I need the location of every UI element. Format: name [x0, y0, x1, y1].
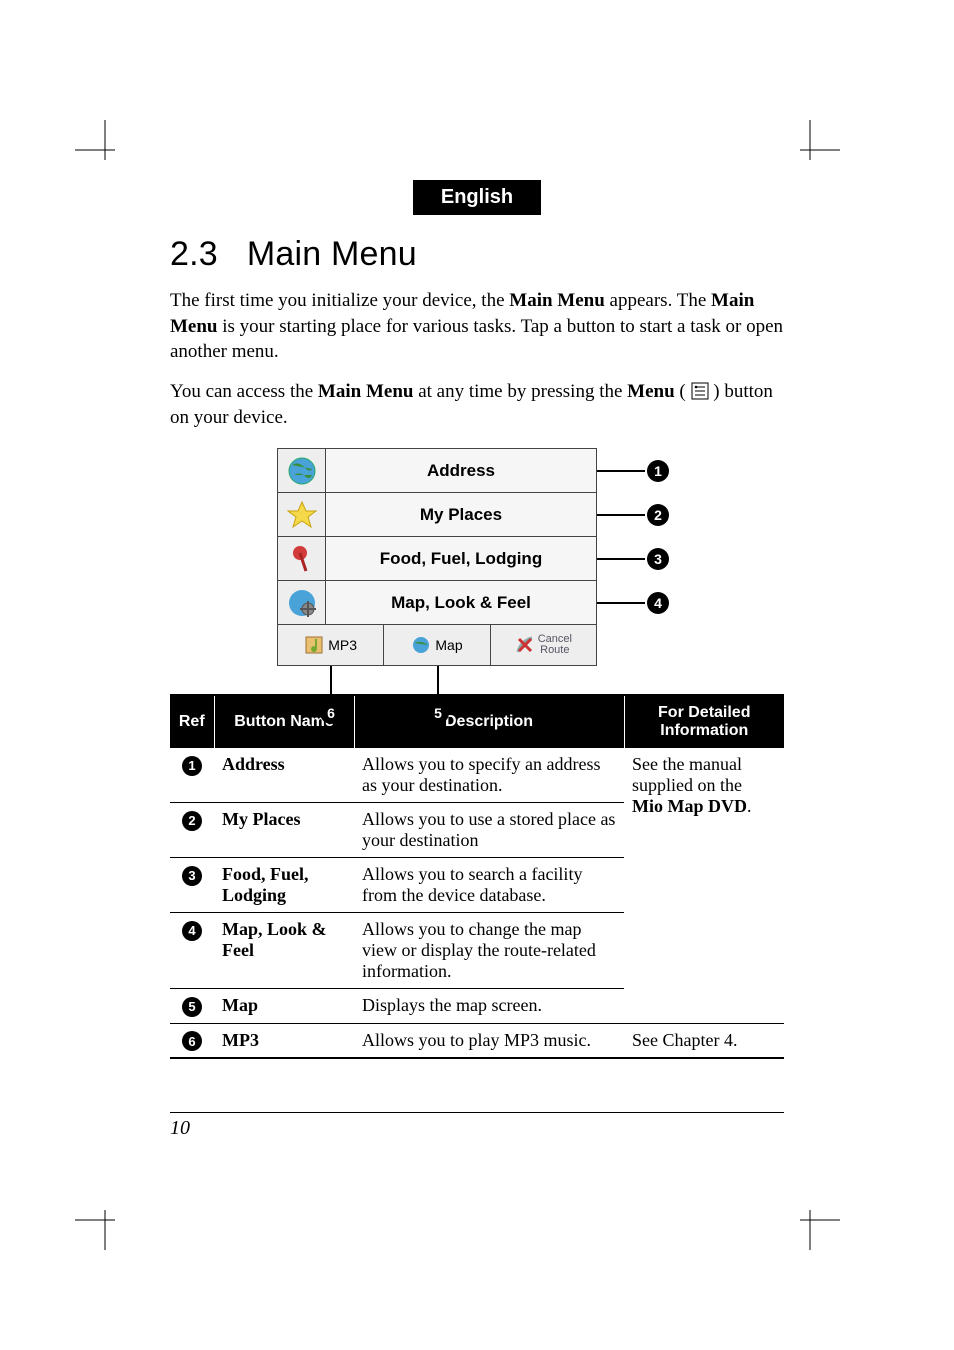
callout-line [597, 558, 645, 560]
section-heading: 2.3 Main Menu [170, 235, 784, 274]
map-label: Map [435, 637, 462, 653]
ref-badge: 3 [182, 866, 202, 886]
callout-line [330, 666, 332, 700]
menu-button-icon [691, 382, 709, 400]
ref-badge: 1 [182, 756, 202, 776]
gear-globe-icon [278, 581, 326, 624]
text-bold: Menu [627, 381, 675, 402]
menu-row-myplaces[interactable]: My Places [278, 493, 596, 537]
cell-desc: Allows you to change the map view or dis… [354, 913, 624, 989]
text: See the manual supplied on the [632, 754, 742, 795]
section-number: 2.3 [170, 235, 218, 273]
ref-badge: 5 [182, 997, 202, 1017]
menu-bottom-row: MP3 Map Cancel Route [278, 625, 596, 665]
callout-line [597, 514, 645, 516]
text: You can access the [170, 381, 318, 402]
cell-name: My Places [214, 803, 354, 858]
cell-desc: Allows you to specify an address as your… [354, 748, 624, 803]
text-bold: Main Menu [509, 290, 605, 311]
text: is your starting place for various tasks… [170, 316, 783, 363]
table-row: 6 MP3 Allows you to play MP3 music. See … [170, 1023, 784, 1058]
ref-badge: 6 [182, 1031, 202, 1051]
text: ( [675, 381, 691, 402]
th-info: For Detailed Information [624, 695, 784, 748]
table-row: 1 Address Allows you to specify an addre… [170, 748, 784, 803]
cell-name: Address [214, 748, 354, 803]
menu-label: Address [326, 449, 596, 492]
callout-line [597, 470, 645, 472]
page-number: 10 [170, 1112, 784, 1140]
menu-label: My Places [326, 493, 596, 536]
cell-name: Map [214, 989, 354, 1024]
cell-desc: Allows you to play MP3 music. [354, 1023, 624, 1058]
cell-desc: Allows you to use a stored place as your… [354, 803, 624, 858]
callout-number-4: 4 [647, 592, 669, 614]
callout-number-3: 3 [647, 548, 669, 570]
cancel-route-button[interactable]: Cancel Route [491, 625, 596, 665]
mp3-label: MP3 [328, 637, 357, 653]
menu-row-maplook[interactable]: Map, Look & Feel [278, 581, 596, 625]
page: English 2.3 Main Menu The first time you… [0, 0, 954, 1350]
ref-badge: 4 [182, 921, 202, 941]
callout-line [437, 666, 439, 700]
text: at any time by pressing the [413, 381, 627, 402]
text-bold: Mio Map DVD [632, 796, 747, 816]
paragraph-2: You can access the Main Menu at any time… [170, 379, 784, 430]
cell-name: Food, Fuel, Lodging [214, 858, 354, 913]
text: . [747, 796, 752, 816]
menu-label: Map, Look & Feel [326, 581, 596, 624]
cancel-label-2: Route [540, 645, 569, 656]
menu-row-address[interactable]: Address [278, 449, 596, 493]
callout-number-2: 2 [647, 504, 669, 526]
pin-icon [278, 537, 326, 580]
cell-name: MP3 [214, 1023, 354, 1058]
star-icon [278, 493, 326, 536]
paragraph-1: The first time you initialize your devic… [170, 288, 784, 365]
ref-badge: 2 [182, 811, 202, 831]
device-menu-figure: Address My Places Food, Fuel, Lodging Ma… [277, 448, 677, 666]
cell-info: See Chapter 4. [624, 1023, 784, 1058]
text: appears. The [605, 290, 711, 311]
cell-name: Map, Look & Feel [214, 913, 354, 989]
th-ref: Ref [170, 695, 214, 748]
menu-label: Food, Fuel, Lodging [326, 537, 596, 580]
text-bold: Main Menu [318, 381, 414, 402]
callout-number-1: 1 [647, 460, 669, 482]
map-button[interactable]: Map [384, 625, 490, 665]
cancel-route-icon [515, 635, 535, 655]
globe-small-icon [411, 635, 431, 655]
reference-table: Ref Button Name Description For Detailed… [170, 694, 784, 1059]
music-note-icon [304, 635, 324, 655]
menu-row-food[interactable]: Food, Fuel, Lodging [278, 537, 596, 581]
cell-info-merged: See the manual supplied on the Mio Map D… [624, 748, 784, 1023]
mp3-button[interactable]: MP3 [278, 625, 384, 665]
cell-desc: Allows you to search a facility from the… [354, 858, 624, 913]
globe-icon [278, 449, 326, 492]
menu-stack: Address My Places Food, Fuel, Lodging Ma… [277, 448, 597, 666]
text: The first time you initialize your devic… [170, 290, 509, 311]
th-desc: Description [354, 695, 624, 748]
section-name: Main Menu [247, 235, 417, 273]
callout-line [597, 602, 645, 604]
cell-desc: Displays the map screen. [354, 989, 624, 1024]
language-pill: English [413, 180, 541, 215]
